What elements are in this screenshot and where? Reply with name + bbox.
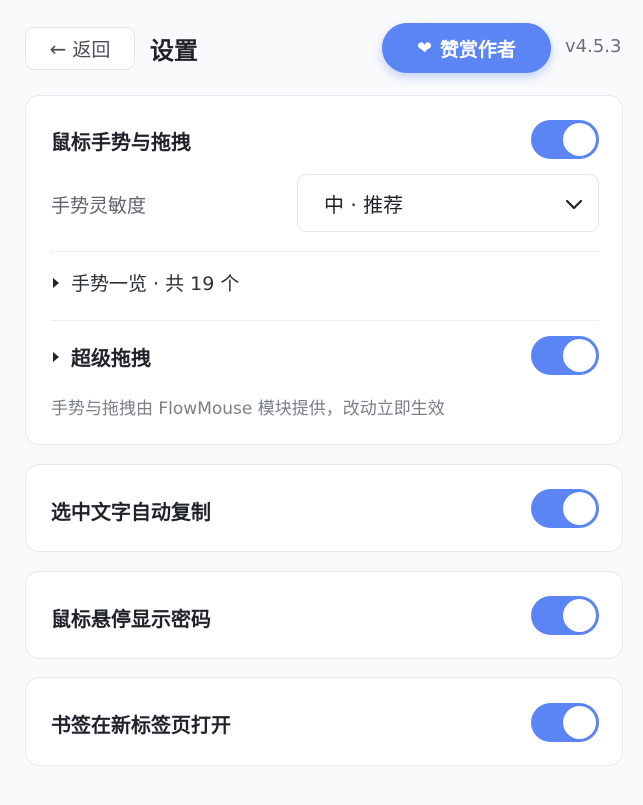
super-drag-toggle[interactable] <box>531 336 599 375</box>
toggle-knob <box>563 339 596 372</box>
heart-icon: ❤ <box>416 37 433 59</box>
super-drag-expander[interactable]: 超级拖拽 <box>53 342 151 371</box>
toggle-knob <box>563 599 596 632</box>
donate-button-label: 赞赏作者 <box>440 38 517 61</box>
caret-right-icon <box>53 351 59 362</box>
sensitivity-value: 中 · 推荐 <box>324 192 404 217</box>
super-drag-label: 超级拖拽 <box>71 346 151 370</box>
setting-card-auto-copy: 选中文字自动复制 <box>25 464 623 552</box>
donate-button[interactable]: ❤ 赞赏作者 <box>382 23 551 73</box>
gesture-title: 鼠标手势与拖拽 <box>51 130 191 154</box>
back-button-label: 返回 <box>72 39 111 61</box>
sensitivity-label: 手势灵敏度 <box>51 195 147 217</box>
gesture-toggle[interactable] <box>531 120 599 159</box>
auto-copy-toggle[interactable] <box>531 489 599 528</box>
page-title: 设置 <box>150 37 198 65</box>
back-arrow-icon: ← <box>49 36 67 61</box>
setting-label: 书签在新标签页打开 <box>51 713 231 737</box>
header: ← 返回 设置 ❤ 赞赏作者 v4.5.3 <box>0 0 643 96</box>
toggle-knob <box>563 123 596 156</box>
setting-card-show-password: 鼠标悬停显示密码 <box>25 571 623 659</box>
gesture-hint: 手势与拖拽由 FlowMouse 模块提供，改动立即生效 <box>51 399 445 419</box>
divider <box>51 320 599 321</box>
gesture-list-expander[interactable]: 手势一览 · 共 19 个 <box>53 269 239 296</box>
show-password-toggle[interactable] <box>531 596 599 635</box>
toggle-knob <box>563 492 596 525</box>
chevron-down-icon <box>565 199 583 210</box>
gesture-card: 鼠标手势与拖拽 手势灵敏度 中 · 推荐 手势一览 · 共 19 个 超级拖拽 … <box>25 95 623 445</box>
divider <box>51 251 599 252</box>
version-label: v4.5.3 <box>565 36 622 57</box>
toggle-knob <box>563 706 596 739</box>
gesture-list-label: 手势一览 · 共 19 个 <box>71 273 240 295</box>
sensitivity-select[interactable]: 中 · 推荐 <box>297 174 599 232</box>
back-button[interactable]: ← 返回 <box>25 27 135 70</box>
setting-card-bookmarks-new-tab: 书签在新标签页打开 <box>25 677 623 766</box>
caret-right-icon <box>53 277 59 288</box>
bookmarks-new-tab-toggle[interactable] <box>531 703 599 742</box>
setting-label: 选中文字自动复制 <box>51 500 211 524</box>
setting-label: 鼠标悬停显示密码 <box>51 607 211 631</box>
